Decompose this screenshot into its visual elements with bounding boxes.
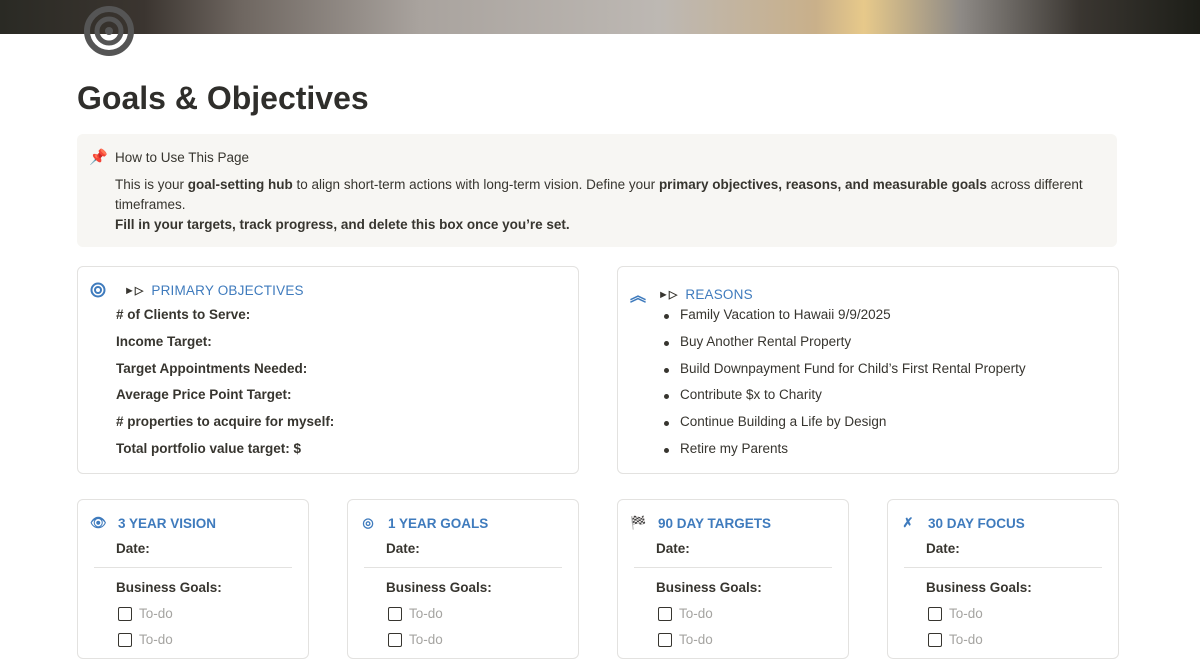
todo-item[interactable]: To-do bbox=[388, 606, 443, 621]
date-label[interactable]: Date: bbox=[386, 541, 420, 556]
objective-item: Target Appointments Needed: bbox=[116, 360, 308, 376]
business-goals-label: Business Goals: bbox=[926, 580, 1032, 595]
section-title: REASONS bbox=[685, 286, 753, 302]
target-icon[interactable] bbox=[84, 6, 134, 56]
reason-item: Family Vacation to Hawaii 9/9/2025 bbox=[664, 307, 1026, 334]
double-chevron-up-icon: ︽ bbox=[630, 288, 647, 305]
divider bbox=[364, 567, 562, 568]
section-title: 30 DAY FOCUS bbox=[928, 515, 1025, 531]
target-icon bbox=[90, 282, 106, 298]
reason-item: Build Downpayment Fund for Child’s First… bbox=[664, 361, 1026, 388]
date-label[interactable]: Date: bbox=[926, 541, 960, 556]
crossed-arrows-icon: ✗ bbox=[902, 515, 914, 530]
reason-item: Retire my Parents bbox=[664, 441, 1026, 468]
timeframe-box: 👁 3 YEAR VISION Date: Business Goals: To-d… bbox=[77, 499, 309, 659]
timeframe-box: ◎ 1 YEAR GOALS Date: Business Goals: To-do… bbox=[347, 499, 579, 659]
checkbox[interactable] bbox=[928, 606, 942, 621]
checkbox[interactable] bbox=[118, 606, 132, 621]
business-goals-label: Business Goals: bbox=[116, 580, 222, 595]
todo-item[interactable]: To-do bbox=[928, 606, 983, 621]
business-goals-label: Business Goals: bbox=[656, 580, 762, 595]
reason-item: Contribute $x to Charity bbox=[664, 387, 1026, 414]
objective-item: Average Price Point Target: bbox=[116, 387, 292, 403]
business-goals-label: Business Goals: bbox=[386, 580, 492, 595]
section-title: 1 YEAR GOALS bbox=[388, 515, 489, 531]
reasons-box: ︽ ►▷ REASONS Family Vacation to Hawaii 9/9… bbox=[617, 266, 1119, 474]
page-title: Goals & Objectives bbox=[77, 80, 369, 116]
callout: 📌 How to Use This Page This is your goal… bbox=[77, 134, 1117, 247]
objective-item: # of Clients to Serve: bbox=[116, 307, 251, 322]
section-title: 3 YEAR VISION bbox=[118, 515, 217, 531]
checkbox[interactable] bbox=[388, 606, 402, 621]
objective-item: # properties to acquire for myself: bbox=[116, 414, 335, 430]
timeframe-box: 🏁 90 DAY TARGETS Date: Business Goals: To-… bbox=[617, 499, 849, 659]
todo-item[interactable]: To-do bbox=[118, 606, 173, 621]
primary-objectives-box: ►▷ PRIMARY OBJECTIVES # of Clients to Ser… bbox=[77, 266, 579, 474]
pushpin-icon: 📌 bbox=[89, 149, 108, 166]
date-label[interactable]: Date: bbox=[116, 541, 150, 556]
todo-item[interactable]: To-do bbox=[658, 606, 713, 621]
section-title: 90 DAY TARGETS bbox=[658, 515, 772, 531]
callout-text-2: Fill in your targets, track progress, an… bbox=[115, 217, 570, 232]
date-label[interactable]: Date: bbox=[656, 541, 690, 556]
divider bbox=[94, 567, 292, 568]
reason-item: Buy Another Rental Property bbox=[664, 334, 1026, 361]
section-title: PRIMARY OBJECTIVES bbox=[151, 282, 304, 298]
callout-title: How to Use This Page bbox=[115, 150, 250, 165]
eye-icon: 👁 bbox=[90, 515, 107, 530]
divider bbox=[904, 567, 1102, 568]
callout-text: This is your goal-setting hub to align s… bbox=[115, 177, 1083, 212]
checkered-flag-icon: 🏁 bbox=[630, 515, 647, 530]
objective-item: Total portfolio value target: $ bbox=[116, 440, 302, 456]
target-icon: ◎ bbox=[362, 515, 374, 530]
reason-item: Continue Building a Life by Design bbox=[664, 414, 1026, 441]
cover-image[interactable] bbox=[0, 0, 1200, 34]
checkbox[interactable] bbox=[658, 606, 672, 621]
objective-item: Income Target: bbox=[116, 333, 212, 349]
divider bbox=[634, 567, 832, 568]
timeframe-box: ✗ 30 DAY FOCUS Date: Business Goals: To-do… bbox=[887, 499, 1119, 659]
